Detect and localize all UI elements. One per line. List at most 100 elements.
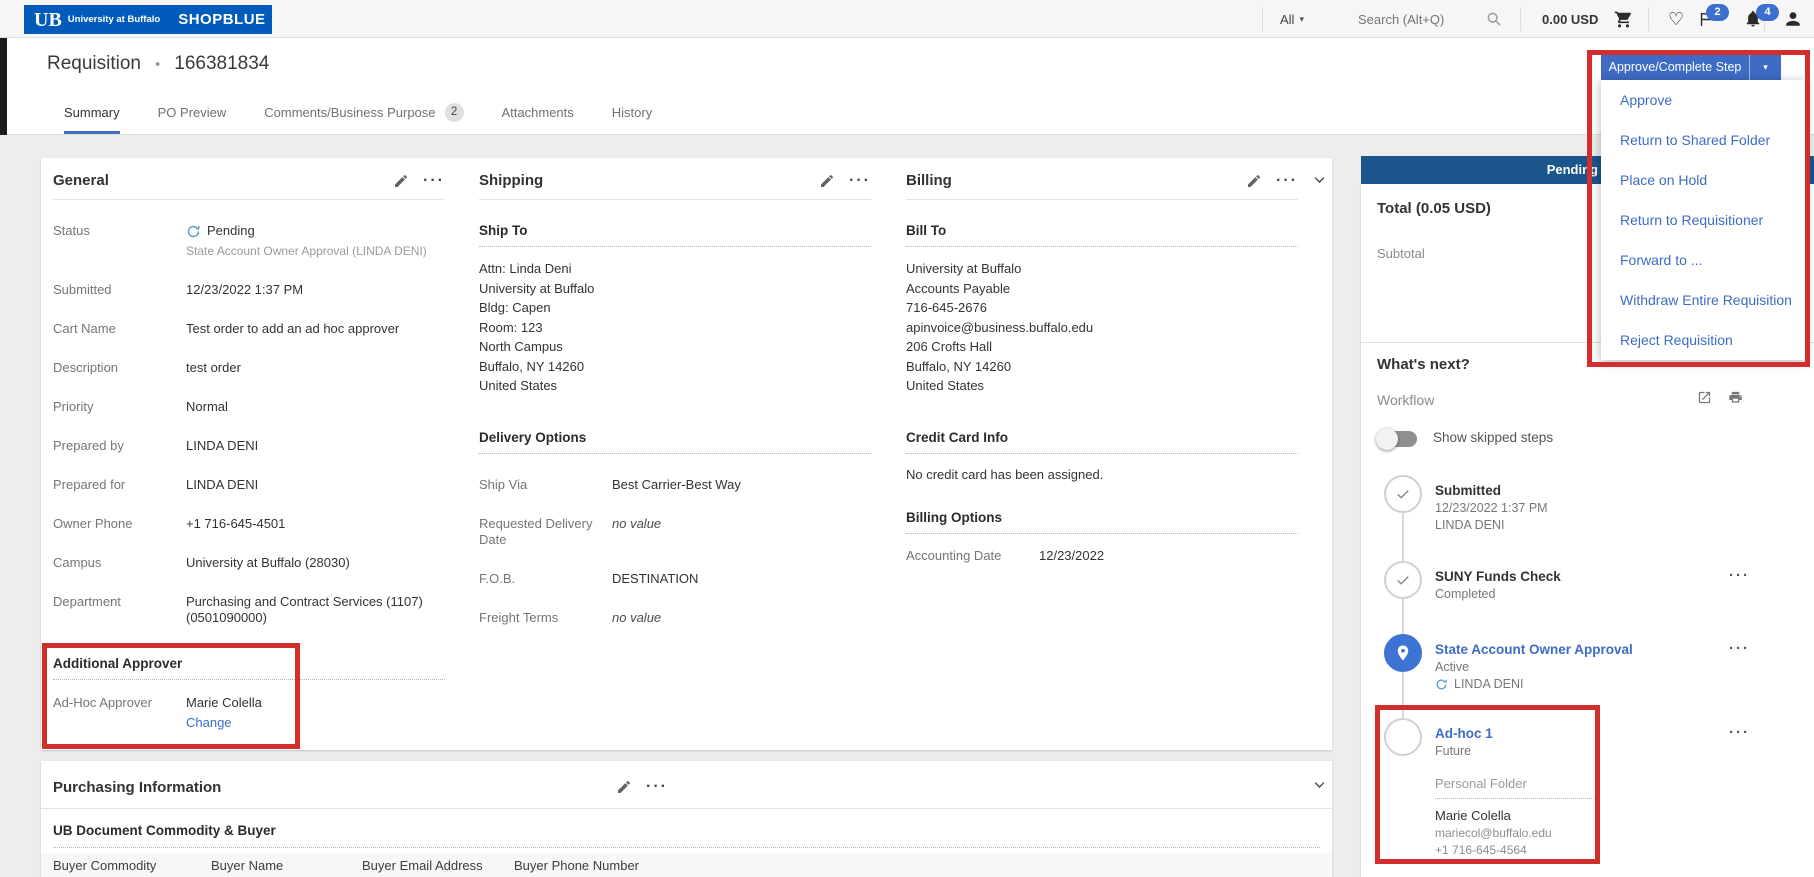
topbar-divider: [1520, 7, 1521, 31]
section-more-icon[interactable]: ···: [646, 782, 668, 792]
edit-pencil-icon[interactable]: [616, 779, 632, 795]
approve-complete-step-button[interactable]: Approve/Complete Step ▾: [1601, 54, 1781, 80]
search-scope-select[interactable]: All ▾: [1280, 0, 1304, 38]
status-row: Status Pending State Account Owner Appro…: [53, 223, 445, 259]
tab-label: Comments/Business Purpose: [264, 105, 435, 120]
address-line: University at Buffalo: [906, 259, 1298, 279]
field-row: DepartmentPurchasing and Contract Servic…: [53, 594, 445, 626]
tab-comments[interactable]: Comments/Business Purpose 2: [264, 90, 463, 134]
menu-item-approve[interactable]: Approve: [1601, 80, 1806, 120]
edit-pencil-icon[interactable]: [393, 173, 409, 189]
menu-item-return-to-shared-folder[interactable]: Return to Shared Folder: [1601, 120, 1806, 160]
change-approver-link[interactable]: Change: [186, 715, 262, 731]
tab-summary[interactable]: Summary: [64, 90, 120, 134]
edit-pencil-icon[interactable]: [1246, 173, 1262, 189]
field-label: Description: [53, 360, 186, 376]
edit-pencil-icon[interactable]: [819, 173, 835, 189]
shipping-section: Shipping ··· Ship To Attn: Linda Deni Un…: [479, 172, 871, 626]
field-value: DESTINATION: [612, 571, 698, 587]
step-more-icon[interactable]: ···: [1729, 640, 1750, 657]
print-workflow-icon[interactable]: [1728, 390, 1743, 405]
personal-folder-label: Personal Folder: [1435, 776, 1598, 799]
field-row: Ship ViaBest Carrier-Best Way: [479, 477, 871, 493]
field-value: Purchasing and Contract Services (1107) …: [186, 594, 436, 626]
workflow-step-suny-funds-check: SUNY Funds Check Completed: [1384, 561, 1764, 599]
additional-approver-title: Additional Approver: [53, 656, 445, 680]
field-value: University at Buffalo (28030): [186, 555, 350, 571]
tab-label: PO Preview: [158, 105, 227, 120]
doc-number: 166381834: [174, 53, 269, 75]
field-row: Prepared byLINDA DENI: [53, 438, 445, 454]
field-label: Ad-Hoc Approver: [53, 695, 186, 711]
topbar-divider: [1262, 7, 1263, 31]
address-line: Accounts Payable: [906, 279, 1298, 299]
step-timestamp: 12/23/2022 1:37 PM: [1435, 501, 1755, 515]
search-field[interactable]: [1358, 0, 1476, 38]
column-header: Buyer Name: [211, 858, 283, 873]
search-icon[interactable]: [1486, 0, 1502, 38]
section-more-icon[interactable]: ···: [1276, 176, 1298, 186]
status-substep: State Account Owner Approval (LINDA DENI…: [186, 243, 427, 259]
menu-item-place-on-hold[interactable]: Place on Hold: [1601, 160, 1806, 200]
field-label: Prepared by: [53, 438, 186, 454]
menu-item-forward-to[interactable]: Forward to ...: [1601, 240, 1806, 280]
tab-history[interactable]: History: [612, 90, 652, 134]
address-line: University at Buffalo: [479, 279, 871, 299]
cart-icon[interactable]: [1614, 0, 1633, 38]
user-profile-icon[interactable]: [1784, 0, 1802, 38]
field-label: F.O.B.: [479, 571, 612, 587]
general-section: General ··· Status Pending State Account…: [53, 172, 445, 731]
tab-attachments[interactable]: Attachments: [502, 90, 574, 134]
address-line: apinvoice@business.buffalo.edu: [906, 318, 1298, 338]
step-more-icon[interactable]: ···: [1729, 724, 1750, 741]
favorites-heart-icon[interactable]: ♡: [1668, 0, 1684, 38]
step-status: Active: [1435, 660, 1755, 674]
show-skipped-steps-toggle[interactable]: [1377, 431, 1417, 447]
toggle-knob: [1376, 428, 1398, 450]
pending-refresh-icon: [186, 224, 201, 239]
field-value: LINDA DENI: [186, 477, 258, 493]
field-label: Ship Via: [479, 477, 612, 493]
billing-options-title: Billing Options: [906, 510, 1298, 534]
step-user: LINDA DENI: [1454, 677, 1523, 691]
column-header: Buyer Email Address: [362, 858, 483, 873]
menu-item-withdraw-entire-requisition[interactable]: Withdraw Entire Requisition: [1601, 280, 1806, 320]
ship-to-address: Attn: Linda Deni University at Buffalo B…: [479, 259, 871, 396]
menu-item-return-to-requisitioner[interactable]: Return to Requisitioner: [1601, 200, 1806, 240]
credit-card-text: No credit card has been assigned.: [906, 467, 1298, 482]
shopblue-logo[interactable]: UB University at Buffalo SHOPBLUE: [24, 5, 272, 34]
commodity-buyer-title: UB Document Commodity & Buyer: [53, 823, 276, 838]
step-title-link[interactable]: State Account Owner Approval: [1435, 642, 1755, 657]
credit-card-title: Credit Card Info: [906, 430, 1298, 454]
approve-button-label[interactable]: Approve/Complete Step: [1601, 54, 1749, 80]
collapse-chevron-icon[interactable]: [1312, 777, 1327, 792]
tab-po-preview[interactable]: PO Preview: [158, 90, 227, 134]
field-row: Cart NameTest order to add an ad hoc app…: [53, 321, 445, 337]
field-label: Freight Terms: [479, 610, 612, 626]
open-workflow-external-icon[interactable]: [1697, 390, 1712, 405]
step-title-link[interactable]: Ad-hoc 1: [1435, 726, 1755, 741]
address-line: United States: [479, 376, 871, 396]
document-tabs: Summary PO Preview Comments/Business Pur…: [0, 90, 1814, 135]
flag-count-badge[interactable]: 2: [1706, 4, 1729, 21]
menu-item-reject-requisition[interactable]: Reject Requisition: [1601, 320, 1806, 360]
approve-dropdown-arrow[interactable]: ▾: [1749, 54, 1781, 80]
address-line: United States: [906, 376, 1298, 396]
collapse-chevron-icon[interactable]: [1312, 172, 1327, 187]
section-more-icon[interactable]: ···: [423, 176, 445, 186]
delivery-options-title: Delivery Options: [479, 430, 871, 454]
status-value: Pending: [207, 223, 255, 239]
address-line: 716-645-2676: [906, 298, 1298, 318]
field-value: Best Carrier-Best Way: [612, 477, 741, 493]
field-label: Cart Name: [53, 321, 186, 337]
step-status: Future: [1435, 744, 1755, 758]
search-input[interactable]: [1358, 12, 1476, 27]
notifications-count-badge[interactable]: 4: [1756, 4, 1779, 21]
field-value: test order: [186, 360, 241, 376]
cart-total[interactable]: 0.00 USD: [1542, 0, 1598, 38]
field-value: no value: [612, 516, 661, 532]
step-more-icon[interactable]: ···: [1729, 567, 1750, 584]
workflow-step-adhoc-1: Ad-hoc 1 Future Personal Folder Marie Co…: [1384, 718, 1764, 756]
column-header: Buyer Phone Number: [514, 858, 639, 873]
section-more-icon[interactable]: ···: [849, 176, 871, 186]
